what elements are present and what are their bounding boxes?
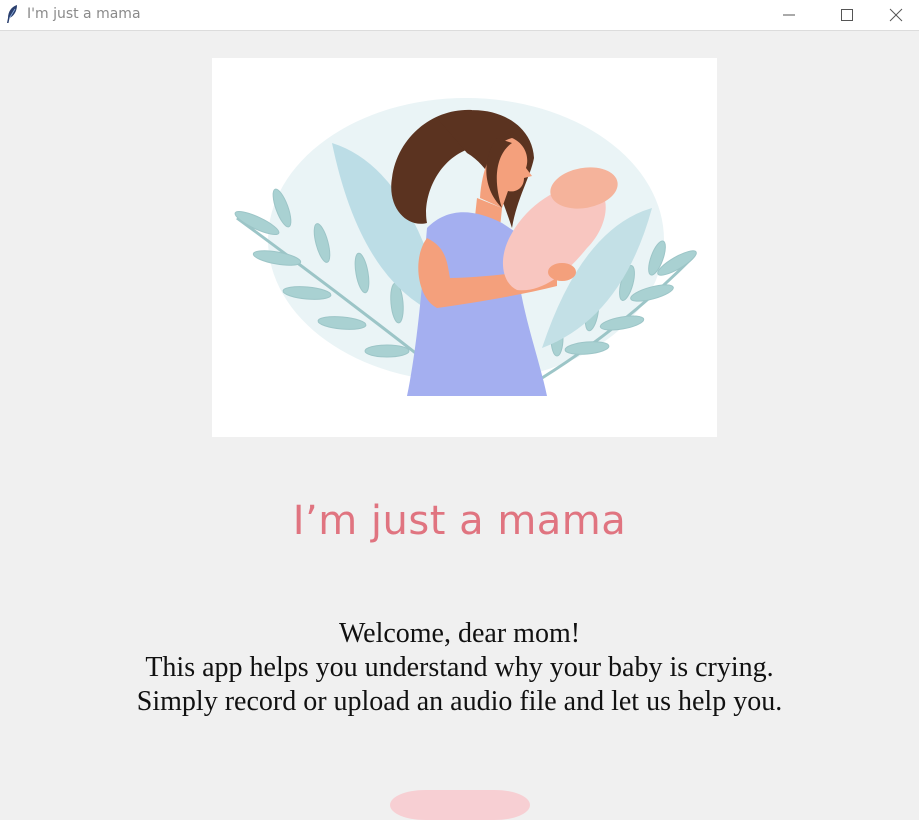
minimize-icon: [783, 14, 795, 16]
minimize-button[interactable]: [766, 0, 812, 30]
close-button[interactable]: [873, 0, 919, 30]
action-button-partial[interactable]: [390, 790, 530, 820]
welcome-line: Simply record or upload an audio file an…: [136, 686, 783, 717]
maximize-icon: [841, 9, 853, 21]
welcome-line: This app helps you understand why your b…: [145, 652, 774, 683]
welcome-message: Welcome, dear mom! This app helps you un…: [0, 617, 919, 719]
welcome-line: Welcome, dear mom!: [338, 618, 581, 649]
window-title: I'm just a mama: [27, 6, 141, 22]
title-bar: I'm just a mama: [0, 0, 919, 31]
close-icon: [889, 8, 903, 22]
maximize-button[interactable]: [824, 0, 870, 30]
feather-icon: [7, 5, 17, 23]
mother-baby-illustration: [234, 98, 697, 396]
hero-image: [212, 58, 717, 437]
app-title: I’m just a mama: [292, 498, 627, 544]
